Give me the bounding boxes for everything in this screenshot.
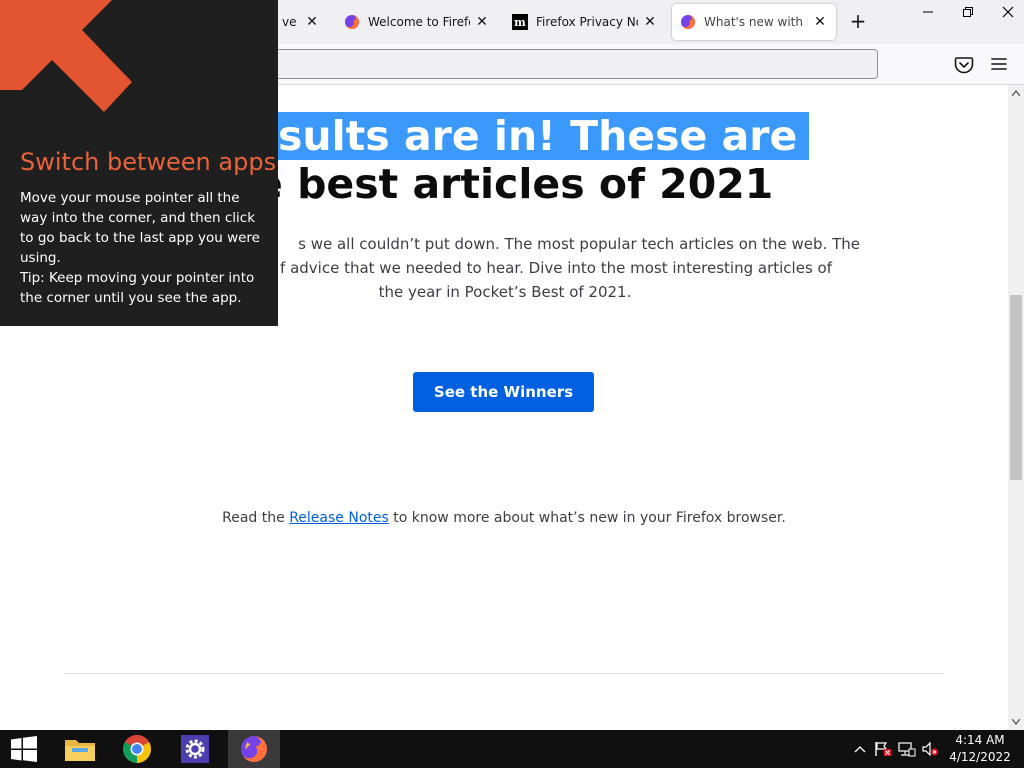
url-bar[interactable] <box>210 49 878 79</box>
close-icon[interactable]: ✕ <box>304 14 320 30</box>
tip-title: Switch between apps <box>20 148 277 176</box>
see-winners-button[interactable]: See the Winners <box>413 372 594 412</box>
release-suffix: to know more about what’s new in your Fi… <box>388 510 786 526</box>
settings-icon[interactable] <box>171 730 219 768</box>
taskbar: 4:14 AM 4/12/2022 <box>0 730 1024 768</box>
restore-button[interactable] <box>948 0 988 24</box>
close-icon[interactable]: ✕ <box>642 14 658 30</box>
headline-line-2: e best articles of 2021 <box>255 160 774 208</box>
windows-logo-icon <box>11 736 37 762</box>
headline-line-1: results are in! These are <box>230 112 810 160</box>
action-center-flag-icon[interactable] <box>873 740 893 758</box>
tab-title: Firefox Privacy Notic <box>536 15 638 29</box>
scroll-down-icon[interactable] <box>1008 714 1024 730</box>
start-button[interactable] <box>0 730 48 768</box>
tip-body-line: Move your mouse pointer all the way into… <box>20 190 260 266</box>
file-explorer-icon[interactable] <box>56 730 104 768</box>
vertical-scrollbar[interactable] <box>1008 85 1024 730</box>
selected-text: results are in! These are <box>230 112 810 160</box>
tab-title: Welcome to Firefox <box>368 15 470 29</box>
close-window-button[interactable] <box>988 0 1024 24</box>
release-notes-text: Read the Release Notes to know more abou… <box>0 510 1008 526</box>
new-tab-button[interactable]: + <box>848 10 868 34</box>
pocket-icon[interactable] <box>954 56 974 74</box>
firefox-icon <box>680 14 696 30</box>
clock-date: 4/12/2022 <box>949 750 1011 764</box>
tip-body: Move your mouse pointer all the way into… <box>20 188 265 308</box>
clock-time: 4:14 AM <box>955 733 1005 747</box>
firefox-taskbar-icon[interactable] <box>228 730 280 768</box>
chevron-up-icon[interactable] <box>850 740 870 758</box>
tip-body-line: Tip: Keep moving your pointer into the c… <box>20 270 255 306</box>
tab-whats-new[interactable]: What's new with Firef ✕ <box>672 4 836 40</box>
close-icon[interactable]: ✕ <box>812 14 828 30</box>
release-prefix: Read the <box>222 510 290 526</box>
network-icon[interactable] <box>897 740 917 758</box>
hamburger-menu-icon[interactable] <box>990 56 1008 72</box>
firefox-icon <box>344 14 360 30</box>
scroll-up-icon[interactable] <box>1008 85 1024 101</box>
system-clock[interactable]: 4:14 AM 4/12/2022 <box>944 732 1016 766</box>
tab-welcome-firefox[interactable]: Welcome to Firefox ✕ <box>336 4 498 40</box>
svg-text:m: m <box>514 16 526 29</box>
volume-muted-icon[interactable] <box>920 740 940 758</box>
release-notes-link[interactable]: Release Notes <box>289 510 389 526</box>
close-icon[interactable]: ✕ <box>474 14 490 30</box>
switch-apps-tip: Switch between apps Move your mouse poin… <box>0 0 278 326</box>
chrome-icon[interactable] <box>113 730 161 768</box>
minimize-button[interactable] <box>908 0 948 24</box>
tab-title: What's new with Firef <box>704 15 808 29</box>
scrollbar-thumb[interactable] <box>1010 295 1022 480</box>
mozilla-m-icon: m <box>512 14 528 30</box>
tab-privacy-notice[interactable]: m Firefox Privacy Notic ✕ <box>504 4 666 40</box>
divider <box>64 673 944 674</box>
corner-arrow-icon <box>0 0 132 112</box>
